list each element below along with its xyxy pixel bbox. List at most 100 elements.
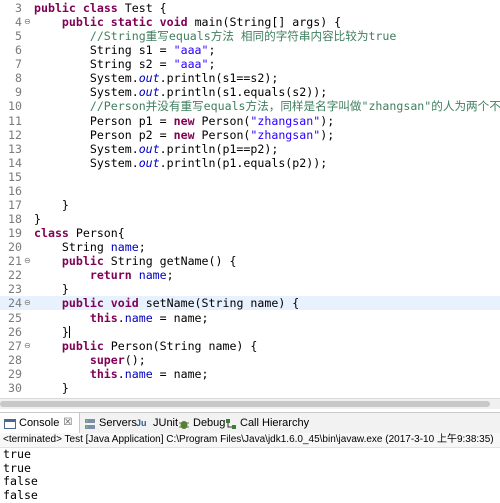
code-text: //String重写equals方法 相同的字符串内容比较为true bbox=[89, 29, 397, 44]
tab-junit[interactable]: Ju JUnit bbox=[136, 413, 178, 433]
code-text: this.name = name; bbox=[89, 310, 209, 325]
code-line[interactable]: 27 ⊖ public Person(String name) { bbox=[0, 339, 500, 353]
line-number: 5 bbox=[15, 29, 22, 44]
line-number: 29 bbox=[8, 366, 22, 381]
code-line[interactable]: 6 String s1 = "aaa"; bbox=[0, 43, 500, 57]
line-number: 24 bbox=[8, 296, 22, 311]
tab-label: Call Hierarchy bbox=[240, 417, 310, 429]
line-number: 30 bbox=[8, 380, 22, 395]
line-number: 17 bbox=[8, 197, 22, 212]
code-editor[interactable]: 3 public class Test {4 ⊖ public static voi… bbox=[0, 0, 500, 396]
code-text: this.name = name; bbox=[89, 366, 209, 381]
line-number: 27 bbox=[8, 338, 22, 353]
line-number: 22 bbox=[8, 268, 22, 283]
code-line[interactable]: 28 super(); bbox=[0, 353, 500, 367]
tab-label: Servers bbox=[99, 417, 137, 429]
code-line[interactable]: 11 Person p1 = new Person("zhangsan"); bbox=[0, 114, 500, 128]
line-number: 21 bbox=[8, 254, 22, 269]
code-line[interactable]: 29 this.name = name; bbox=[0, 367, 500, 381]
code-text: String name; bbox=[34, 240, 146, 255]
fold-toggle-icon[interactable]: ⊖ bbox=[24, 297, 31, 309]
code-line[interactable]: 17 } bbox=[0, 198, 500, 212]
console-icon bbox=[4, 417, 16, 429]
code-line[interactable]: 8 System.out.println(s1==s2); bbox=[0, 71, 500, 85]
code-text: return name; bbox=[89, 268, 174, 283]
line-number: 23 bbox=[8, 282, 22, 297]
code-line[interactable]: 19 class Person{ bbox=[0, 226, 500, 240]
line-number: 10 bbox=[8, 99, 22, 114]
console-output[interactable]: true true false false bbox=[0, 447, 500, 503]
scrollbar-thumb[interactable] bbox=[0, 401, 490, 407]
code-line[interactable]: 21 ⊖ public String getName() { bbox=[0, 254, 500, 268]
tab-console[interactable]: Console ☒ bbox=[0, 413, 80, 433]
code-text: System.out.println(s1.equals(s2)); bbox=[34, 85, 328, 100]
code-text: } bbox=[34, 282, 69, 297]
code-line[interactable]: 25 this.name = name; bbox=[0, 311, 500, 325]
line-number: 8 bbox=[15, 71, 22, 86]
debug-icon bbox=[178, 417, 190, 429]
code-text: System.out.println(s1==s2); bbox=[34, 71, 279, 86]
code-line[interactable]: 18} bbox=[0, 212, 500, 226]
code-line[interactable]: 5 //String重写equals方法 相同的字符串内容比较为true bbox=[0, 29, 500, 43]
line-number: 13 bbox=[8, 141, 22, 156]
code-line[interactable]: 30 } bbox=[0, 381, 500, 395]
code-line[interactable]: 12 Person p2 = new Person("zhangsan"); bbox=[0, 128, 500, 142]
line-number: 12 bbox=[8, 127, 22, 142]
code-text: public void setName(String name) { bbox=[61, 296, 300, 311]
code-text: Person p2 = new Person("zhangsan"); bbox=[34, 127, 335, 142]
line-number: 20 bbox=[8, 240, 22, 255]
code-text: String s2 = "aaa"; bbox=[34, 57, 216, 72]
code-text: } bbox=[34, 212, 41, 227]
code-text: } bbox=[34, 380, 69, 395]
line-number: 15 bbox=[8, 169, 22, 184]
code-text: public Person(String name) { bbox=[61, 338, 258, 353]
code-line[interactable]: 7 String s2 = "aaa"; bbox=[0, 57, 500, 71]
line-number: 18 bbox=[8, 212, 22, 227]
line-number: 28 bbox=[8, 352, 22, 367]
code-line[interactable]: 9 System.out.println(s1.equals(s2)); bbox=[0, 85, 500, 99]
code-line[interactable]: 23 } bbox=[0, 282, 500, 296]
code-line[interactable]: 10 //Person并没有重写equals方法，同样是名字叫做"zhangsa… bbox=[0, 99, 500, 113]
fold-toggle-icon[interactable]: ⊖ bbox=[24, 255, 31, 267]
line-number: 6 bbox=[15, 43, 22, 58]
code-line[interactable]: 24 ⊖ public void setName(String name) { bbox=[0, 296, 500, 311]
line-number: 4 bbox=[15, 15, 22, 30]
tab-call-hierarchy[interactable]: Call Hierarchy bbox=[225, 413, 309, 433]
code-text: public static void main(String[] args) { bbox=[61, 15, 342, 30]
servers-icon bbox=[84, 417, 96, 429]
code-text: //Person并没有重写equals方法，同样是名字叫做"zhangsan"的… bbox=[89, 99, 500, 114]
code-line[interactable]: 4 ⊖ public static void main(String[] args… bbox=[0, 15, 500, 29]
tab-servers[interactable]: Servers bbox=[84, 413, 137, 433]
console-status: <terminated> Test [Java Application] C:\… bbox=[0, 433, 500, 448]
line-number: 7 bbox=[15, 57, 22, 72]
code-text: super(); bbox=[89, 352, 146, 367]
code-line[interactable]: 15 bbox=[0, 170, 500, 184]
code-line[interactable]: 16 bbox=[0, 184, 500, 198]
code-text: class Person{ bbox=[34, 226, 125, 241]
tab-label: JUnit bbox=[153, 417, 179, 429]
code-text: public class Test { bbox=[34, 1, 167, 15]
code-text: String s1 = "aaa"; bbox=[34, 43, 216, 58]
status-text: <terminated> Test [Java Application] C:\… bbox=[3, 434, 494, 445]
fold-toggle-icon[interactable]: ⊖ bbox=[24, 16, 31, 28]
code-line[interactable]: 22 return name; bbox=[0, 268, 500, 282]
output-line: false bbox=[3, 474, 38, 489]
line-number: 11 bbox=[8, 113, 22, 128]
junit-icon: Ju bbox=[136, 418, 147, 428]
output-line: true bbox=[3, 460, 31, 475]
code-line[interactable]: 13 System.out.println(p1==p2); bbox=[0, 142, 500, 156]
close-icon[interactable]: ☒ bbox=[63, 413, 72, 433]
horizontal-scrollbar[interactable] bbox=[0, 398, 500, 409]
line-number: 25 bbox=[8, 310, 22, 325]
fold-toggle-icon[interactable]: ⊖ bbox=[24, 340, 31, 352]
tab-debug[interactable]: Debug bbox=[178, 413, 225, 433]
code-line[interactable]: 20 String name; bbox=[0, 240, 500, 254]
output-line: false bbox=[3, 487, 38, 502]
code-text: System.out.println(p1==p2); bbox=[34, 141, 279, 156]
code-line[interactable]: 26 } bbox=[0, 325, 500, 339]
tab-label: Console bbox=[19, 417, 60, 429]
code-line[interactable]: 14 System.out.println(p1.equals(p2)); bbox=[0, 156, 500, 170]
code-line[interactable]: 3 public class Test { bbox=[0, 1, 500, 15]
line-number: 3 bbox=[15, 1, 22, 15]
code-text: System.out.println(p1.equals(p2)); bbox=[34, 155, 328, 170]
